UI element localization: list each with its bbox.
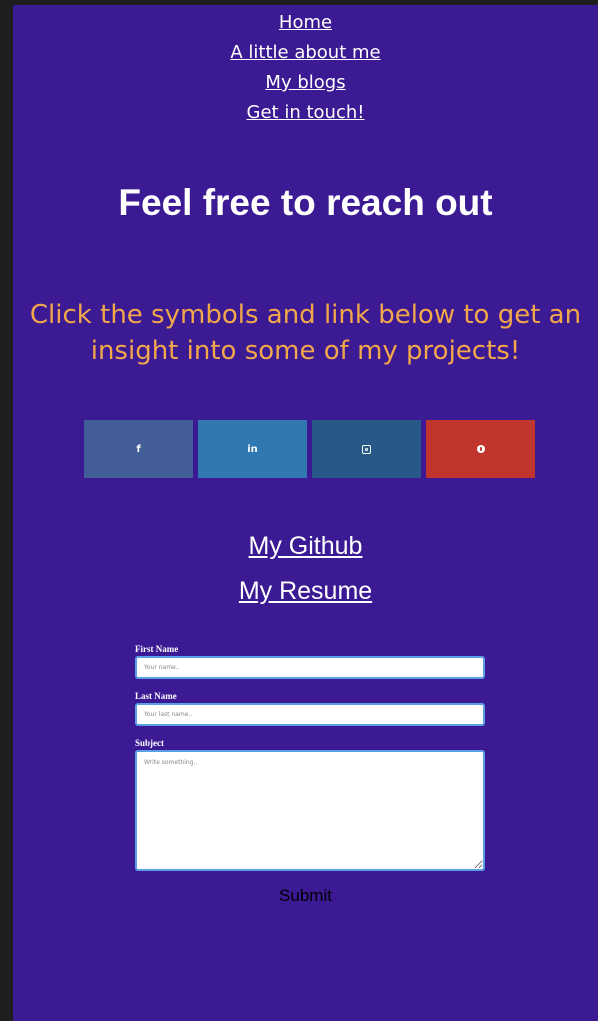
facebook-button[interactable]: f <box>84 420 193 478</box>
submit-row: Submit <box>13 886 598 906</box>
project-links: My Github My Resume <box>13 524 598 614</box>
submit-button[interactable]: Submit <box>279 886 332 906</box>
nav-link-about[interactable]: A little about me <box>13 38 598 68</box>
resume-link[interactable]: My Resume <box>13 569 598 614</box>
top-nav: Home A little about me My blogs Get in t… <box>13 8 598 128</box>
instagram-button[interactable] <box>312 420 421 478</box>
contact-form: First Name Last Name Subject <box>135 642 485 871</box>
subject-label: Subject <box>135 738 164 748</box>
instagram-icon <box>362 444 371 454</box>
page-title: Feel free to reach out <box>118 182 493 223</box>
subject-textarea[interactable] <box>135 750 485 871</box>
github-link[interactable]: My Github <box>13 524 598 569</box>
page-subheading: Click the symbols and link below to get … <box>29 300 582 366</box>
nav-link-contact[interactable]: Get in touch! <box>13 98 598 128</box>
nav-link-blogs[interactable]: My blogs <box>13 68 598 98</box>
first-name-input[interactable] <box>135 656 485 679</box>
linkedin-button[interactable]: in <box>198 420 307 478</box>
pinterest-button[interactable] <box>426 420 535 478</box>
last-name-input[interactable] <box>135 703 485 726</box>
page: Home A little about me My blogs Get in t… <box>13 5 598 1021</box>
last-name-label: Last Name <box>135 691 177 701</box>
facebook-icon: f <box>136 443 141 455</box>
nav-link-home[interactable]: Home <box>13 8 598 38</box>
pinterest-icon <box>476 445 485 453</box>
first-name-label: First Name <box>135 644 179 654</box>
linkedin-icon: in <box>247 443 258 455</box>
